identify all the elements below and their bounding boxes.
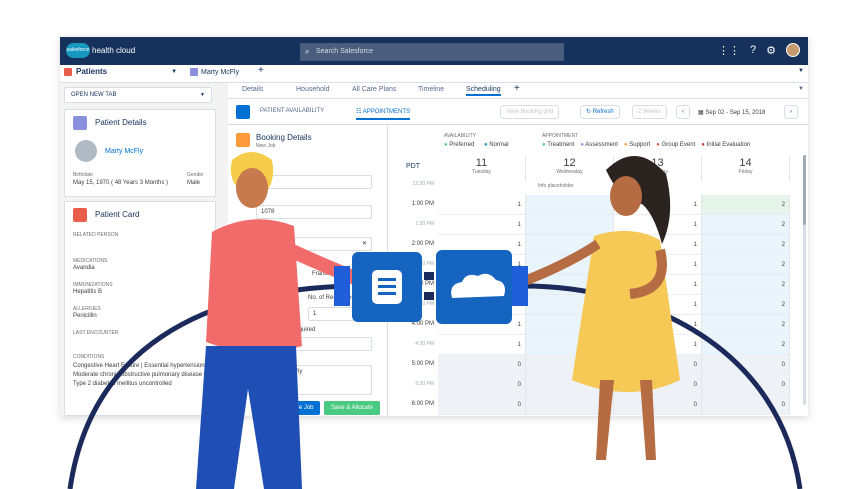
list-line (378, 292, 396, 295)
woman-head (610, 176, 642, 216)
man-pants (196, 346, 302, 489)
plug-prong-top (424, 272, 434, 280)
plug-prong-bottom (424, 292, 434, 300)
man-head (236, 168, 268, 208)
woman-arm (520, 239, 601, 287)
marketing-illustration: salesforce health cloud ⌕ Search Salesfo… (0, 0, 868, 489)
list-line (378, 278, 396, 281)
woman-figure (520, 155, 680, 460)
woman-legs (596, 380, 656, 460)
list-line (378, 285, 396, 288)
man-figure (196, 152, 363, 489)
left-plug-collar (334, 266, 350, 306)
right-plug-collar (512, 266, 528, 306)
connection-illustration (67, 152, 803, 489)
